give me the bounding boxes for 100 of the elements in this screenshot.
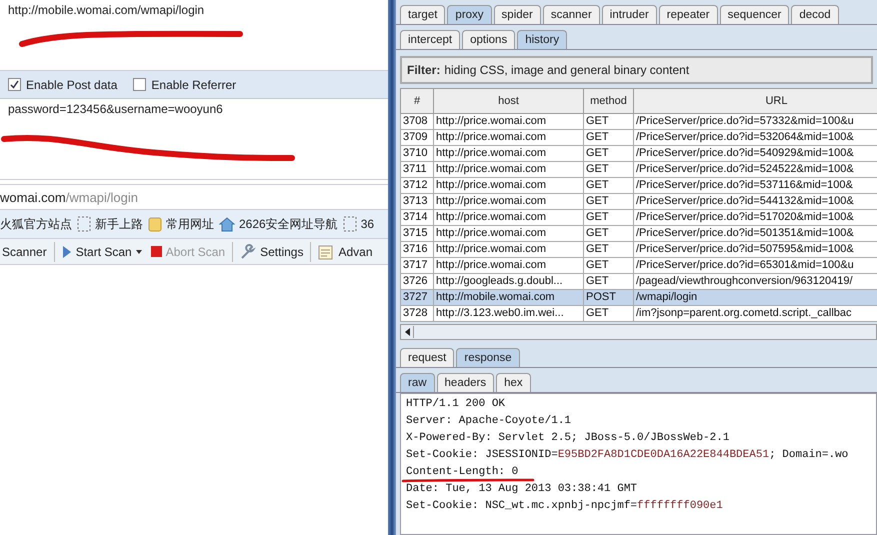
table-cell: GET bbox=[584, 306, 634, 322]
table-cell: 3715 bbox=[400, 226, 434, 242]
table-cell: GET bbox=[584, 258, 634, 274]
response-line: Set-Cookie: NSC_wt.mc.xpnbj-npcjmf=ffffffff090e1 bbox=[406, 499, 723, 513]
checkbox[interactable] bbox=[8, 78, 21, 91]
table-cell: 3712 bbox=[400, 178, 434, 194]
bookmark-link[interactable]: 火狐官方站点 bbox=[0, 216, 72, 232]
tab[interactable]: hex bbox=[496, 373, 531, 392]
table-cell: /wmapi/login bbox=[634, 290, 877, 306]
table-cell: 3708 bbox=[400, 114, 434, 130]
table-cell: http://mobile.womai.com bbox=[434, 290, 584, 306]
table-cell: GET bbox=[584, 130, 634, 146]
folder-icon bbox=[148, 216, 162, 232]
tab[interactable]: sequencer bbox=[720, 5, 790, 24]
column-header[interactable]: method bbox=[584, 88, 634, 114]
table-cell: POST bbox=[584, 290, 634, 306]
filter-bar[interactable]: Filter: hiding CSS, image and general binary content bbox=[400, 56, 873, 84]
table-cell: 3713 bbox=[400, 194, 434, 210]
table-cell: http://price.womai.com bbox=[434, 146, 584, 162]
response-line: X-Powered-By: Servlet 2.5; JBoss-5.0/JBossWeb-2.1 bbox=[406, 431, 730, 445]
tab[interactable]: scanner bbox=[542, 5, 600, 24]
table-cell: /PriceServer/price.do?id=65301&mid=100&u bbox=[634, 258, 877, 274]
page-icon bbox=[77, 216, 91, 232]
bookmark-link[interactable]: 新手上路 bbox=[77, 216, 143, 232]
splitter-bar[interactable] bbox=[388, 0, 396, 535]
table-cell: http://price.womai.com bbox=[434, 226, 584, 242]
table-cell: /PriceServer/price.do?id=540929&mid=100& bbox=[634, 146, 877, 162]
table-cell: GET bbox=[584, 178, 634, 194]
table-cell: /PriceServer/price.do?id=537116&mid=100& bbox=[634, 178, 877, 194]
table-cell: /PriceServer/price.do?id=57332&mid=100&u bbox=[634, 114, 877, 130]
table-cell: 3714 bbox=[400, 210, 434, 226]
table-cell: /PriceServer/price.do?id=532064&mid=100& bbox=[634, 130, 877, 146]
option-checkbox[interactable]: Enable Referrer bbox=[133, 78, 236, 92]
column-header[interactable]: # bbox=[400, 88, 434, 114]
toolbar-button[interactable]: Scanner bbox=[0, 244, 49, 258]
table-cell: 3728 bbox=[400, 306, 434, 322]
tab[interactable]: history bbox=[517, 30, 568, 49]
table-cell: http://price.womai.com bbox=[434, 162, 584, 178]
table-cell: http://price.womai.com bbox=[434, 130, 584, 146]
house-icon bbox=[219, 216, 235, 232]
tab[interactable]: repeater bbox=[658, 5, 718, 24]
notepad-icon bbox=[318, 244, 334, 260]
table-cell: GET bbox=[584, 194, 634, 210]
table-cell: /PriceServer/price.do?id=517020&mid=100& bbox=[634, 210, 877, 226]
table-cell: /PriceServer/price.do?id=544132&mid=100& bbox=[634, 194, 877, 210]
table-cell: 3727 bbox=[400, 290, 434, 306]
caret-icon bbox=[136, 250, 142, 254]
tab[interactable]: response bbox=[456, 348, 520, 367]
left-arrow-icon[interactable] bbox=[404, 328, 410, 336]
tab[interactable]: headers bbox=[436, 373, 494, 392]
tab[interactable]: request bbox=[400, 348, 454, 367]
toolbar-button[interactable]: Settings bbox=[238, 244, 306, 260]
stop-icon bbox=[150, 246, 162, 257]
option-checkbox[interactable]: Enable Post data bbox=[8, 78, 118, 92]
toolbar-button[interactable]: Advan bbox=[316, 244, 374, 260]
response-line: Set-Cookie: JSESSIONID=E95BD2FA8D1CDE0DA16A22E844BDEA51; Domain=.wo bbox=[406, 448, 848, 462]
tab[interactable]: raw bbox=[400, 373, 435, 392]
toolbar-button[interactable]: Start Scan bbox=[60, 244, 144, 258]
column-header[interactable]: host bbox=[434, 88, 584, 114]
table-cell: http://price.womai.com bbox=[434, 178, 584, 194]
response-line: Content-Length: 0 bbox=[406, 465, 518, 479]
bookmark-link[interactable]: 常用网址 bbox=[148, 216, 214, 232]
play-icon bbox=[62, 244, 72, 258]
tab[interactable]: spider bbox=[494, 5, 541, 24]
table-cell: /PriceServer/price.do?id=507595&mid=100& bbox=[634, 242, 877, 258]
tab[interactable]: intruder bbox=[602, 5, 657, 24]
response-line: Server: Apache-Coyote/1.1 bbox=[406, 414, 572, 428]
response-line: HTTP/1.1 200 OK bbox=[406, 397, 506, 411]
tab[interactable]: decod bbox=[791, 5, 839, 24]
table-cell: http://price.womai.com bbox=[434, 194, 584, 210]
table-cell: GET bbox=[584, 146, 634, 162]
table-cell: 3709 bbox=[400, 130, 434, 146]
table-cell: http://price.womai.com bbox=[434, 242, 584, 258]
tab[interactable]: intercept bbox=[400, 30, 460, 49]
table-cell: /im?jsonp=parent.org.cometd.script._callbac bbox=[634, 306, 877, 322]
horizontal-scrollbar[interactable] bbox=[400, 324, 877, 340]
table-cell: /PriceServer/price.do?id=501351&mid=100& bbox=[634, 226, 877, 242]
table-cell: /PriceServer/price.do?id=524522&mid=100& bbox=[634, 162, 877, 178]
bookmark-link[interactable]: 36 bbox=[342, 216, 374, 232]
filter-text: hiding CSS, image and general binary content bbox=[444, 63, 690, 77]
table-cell: 3717 bbox=[400, 258, 434, 274]
response-line: Date: Tue, 13 Aug 2013 03:38:41 GMT bbox=[406, 482, 638, 496]
table-cell: GET bbox=[584, 210, 634, 226]
address-bar[interactable]: womai.com/wmapi/login bbox=[0, 184, 388, 210]
table-cell: 3716 bbox=[400, 242, 434, 258]
tab[interactable]: options bbox=[462, 30, 516, 49]
table-cell: http://price.womai.com bbox=[434, 210, 584, 226]
page-icon bbox=[342, 216, 357, 232]
table-cell: http://3.123.web0.im.wei... bbox=[434, 306, 584, 322]
table-cell: GET bbox=[584, 242, 634, 258]
checkbox[interactable] bbox=[133, 78, 146, 91]
tab[interactable]: target bbox=[400, 5, 446, 24]
column-header[interactable]: URL bbox=[634, 88, 877, 114]
tab[interactable]: proxy bbox=[447, 5, 492, 24]
table-cell: http://price.womai.com bbox=[434, 114, 584, 130]
wrench-icon bbox=[240, 244, 256, 260]
bookmark-link[interactable]: 2626安全网址导航 bbox=[219, 216, 338, 232]
table-cell: http://price.womai.com bbox=[434, 258, 584, 274]
table-cell: GET bbox=[584, 226, 634, 242]
table-cell: GET bbox=[584, 162, 634, 178]
